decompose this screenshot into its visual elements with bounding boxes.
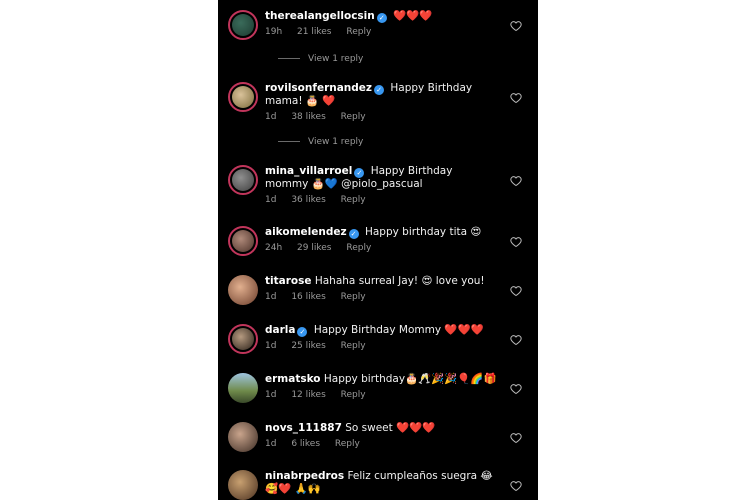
- view-replies-button[interactable]: View 1 reply: [278, 54, 363, 64]
- avatar[interactable]: [228, 470, 258, 500]
- comment-item: mina_villarroel ✓ Happy Birthday mommy 🎂💙…: [218, 163, 538, 205]
- reply-button[interactable]: Reply: [335, 439, 360, 449]
- avatar[interactable]: [228, 226, 258, 256]
- reply-button[interactable]: Reply: [341, 390, 366, 400]
- comment-username[interactable]: therealangellocsin: [265, 10, 375, 22]
- reply-button[interactable]: Reply: [341, 112, 366, 122]
- like-heart-icon[interactable]: [510, 285, 522, 297]
- avatar[interactable]: [228, 10, 258, 40]
- comment-body: ninabrpedros Feliz cumpleaños suegra 😂🥰❤…: [265, 470, 499, 496]
- view-replies-label: View 1 reply: [308, 137, 364, 147]
- comment-text: Happy birthday🎂🥂🎉🎉🎈🌈🎁: [323, 373, 497, 385]
- comment-body: mina_villarroel ✓ Happy Birthday mommy 🎂💙…: [265, 165, 499, 207]
- comment-body: titarose Hahaha surreal Jay! 😍 love you!…: [265, 275, 499, 304]
- verified-badge-icon: ✓: [297, 327, 308, 337]
- reply-button[interactable]: Reply: [346, 27, 371, 37]
- reply-button[interactable]: Reply: [341, 341, 366, 351]
- comment-meta: 19h 21 likes Reply: [265, 26, 499, 39]
- comment-meta: 1d 36 likes Reply: [265, 194, 499, 207]
- avatar[interactable]: [228, 373, 258, 403]
- comment-time: 1d: [265, 341, 277, 351]
- view-replies-label: View 1 reply: [308, 54, 364, 64]
- comment-item: ninabrpedros Feliz cumpleaños suegra 😂🥰❤…: [218, 468, 538, 500]
- verified-badge-icon: ✓: [348, 229, 359, 239]
- comment-item: darla ✓ Happy Birthday Mommy ❤️❤️❤️ 1d 25…: [218, 322, 538, 362]
- reply-button[interactable]: Reply: [341, 195, 366, 205]
- comment-meta: 1d 12 likes Reply: [265, 389, 499, 402]
- comment-time: 19h: [265, 27, 283, 37]
- avatar[interactable]: [228, 324, 258, 354]
- comment-meta: 1d 25 likes Reply: [265, 340, 499, 353]
- avatar[interactable]: [228, 422, 258, 452]
- comment-body: aikomelendez ✓ Happy birthday tita 😍 24h …: [265, 226, 499, 255]
- like-heart-icon[interactable]: [510, 175, 522, 187]
- comment-body: novs_111887 So sweet ❤️❤️❤️ 1d 6 likes R…: [265, 422, 499, 451]
- like-heart-icon[interactable]: [510, 334, 522, 346]
- reply-line-divider: [278, 58, 300, 59]
- comment-username[interactable]: novs_111887: [265, 422, 342, 434]
- comment-likes[interactable]: 38 likes: [291, 112, 325, 122]
- comment-meta: 1d 6 likes Reply: [265, 438, 499, 451]
- verified-badge-icon: ✓: [374, 85, 385, 95]
- verified-badge-icon: ✓: [376, 13, 387, 23]
- like-heart-icon[interactable]: [510, 20, 522, 32]
- comment-time: 1d: [265, 390, 277, 400]
- comment-likes[interactable]: 29 likes: [297, 243, 331, 253]
- comment-body: therealangellocsin ✓ ❤️❤️❤️ 19h 21 likes …: [265, 10, 499, 39]
- comment-item: rovilsonfernandez ✓ Happy Birthday mama! …: [218, 80, 538, 122]
- comment-text: Happy Birthday Mommy ❤️❤️❤️: [313, 324, 484, 336]
- comment-item: titarose Hahaha surreal Jay! 😍 love you!…: [218, 273, 538, 313]
- comment-item: therealangellocsin ✓ ❤️❤️❤️ 19h 21 likes …: [218, 8, 538, 48]
- comment-time: 1d: [265, 292, 277, 302]
- comment-body: ermatsko Happy birthday🎂🥂🎉🎉🎈🌈🎁 1d 12 lik…: [265, 373, 499, 402]
- comment-text: So sweet ❤️❤️❤️: [345, 422, 436, 434]
- comment-username[interactable]: mina_villarroel: [265, 165, 352, 177]
- comment-text: Hahaha surreal Jay! 😍 love you!: [314, 275, 485, 287]
- comment-time: 1d: [265, 439, 277, 449]
- comment-body: rovilsonfernandez ✓ Happy Birthday mama! …: [265, 82, 499, 124]
- comment-username[interactable]: ermatsko: [265, 373, 321, 385]
- reply-button[interactable]: Reply: [341, 292, 366, 302]
- like-heart-icon[interactable]: [510, 480, 522, 492]
- avatar[interactable]: [228, 165, 258, 195]
- comment-likes[interactable]: 6 likes: [291, 439, 320, 449]
- comment-item: novs_111887 So sweet ❤️❤️❤️ 1d 6 likes R…: [218, 420, 538, 460]
- like-heart-icon[interactable]: [510, 92, 522, 104]
- reply-line-divider: [278, 141, 300, 142]
- comment-text: Happy birthday tita 😍: [364, 226, 482, 238]
- comment-time: 1d: [265, 195, 277, 205]
- comment-likes[interactable]: 21 likes: [297, 27, 331, 37]
- comment-time: 1d: [265, 112, 277, 122]
- comment-item: ermatsko Happy birthday🎂🥂🎉🎉🎈🌈🎁 1d 12 lik…: [218, 371, 538, 411]
- avatar[interactable]: [228, 82, 258, 112]
- comment-username[interactable]: darla: [265, 324, 295, 336]
- comment-likes[interactable]: 25 likes: [291, 341, 325, 351]
- comment-username[interactable]: aikomelendez: [265, 226, 347, 238]
- comment-item: aikomelendez ✓ Happy birthday tita 😍 24h …: [218, 224, 538, 264]
- comment-meta: 1d 16 likes Reply: [265, 291, 499, 304]
- comment-username[interactable]: rovilsonfernandez: [265, 82, 372, 94]
- comment-meta: 24h 29 likes Reply: [265, 242, 499, 255]
- comment-likes[interactable]: 12 likes: [291, 390, 325, 400]
- reply-button[interactable]: Reply: [346, 243, 371, 253]
- like-heart-icon[interactable]: [510, 383, 522, 395]
- comment-likes[interactable]: 16 likes: [291, 292, 325, 302]
- verified-badge-icon: ✓: [354, 168, 365, 178]
- like-heart-icon[interactable]: [510, 432, 522, 444]
- avatar[interactable]: [228, 275, 258, 305]
- like-heart-icon[interactable]: [510, 236, 522, 248]
- view-replies-button[interactable]: View 1 reply: [278, 137, 363, 147]
- comment-likes[interactable]: 36 likes: [291, 195, 325, 205]
- comment-time: 24h: [265, 243, 283, 253]
- comment-username[interactable]: ninabrpedros: [265, 470, 344, 482]
- comment-username[interactable]: titarose: [265, 275, 312, 287]
- comments-screen: therealangellocsin ✓ ❤️❤️❤️ 19h 21 likes …: [218, 0, 538, 500]
- comment-meta: 1d 38 likes Reply: [265, 111, 499, 124]
- comment-text: ❤️❤️❤️: [393, 10, 433, 22]
- comment-body: darla ✓ Happy Birthday Mommy ❤️❤️❤️ 1d 25…: [265, 324, 499, 353]
